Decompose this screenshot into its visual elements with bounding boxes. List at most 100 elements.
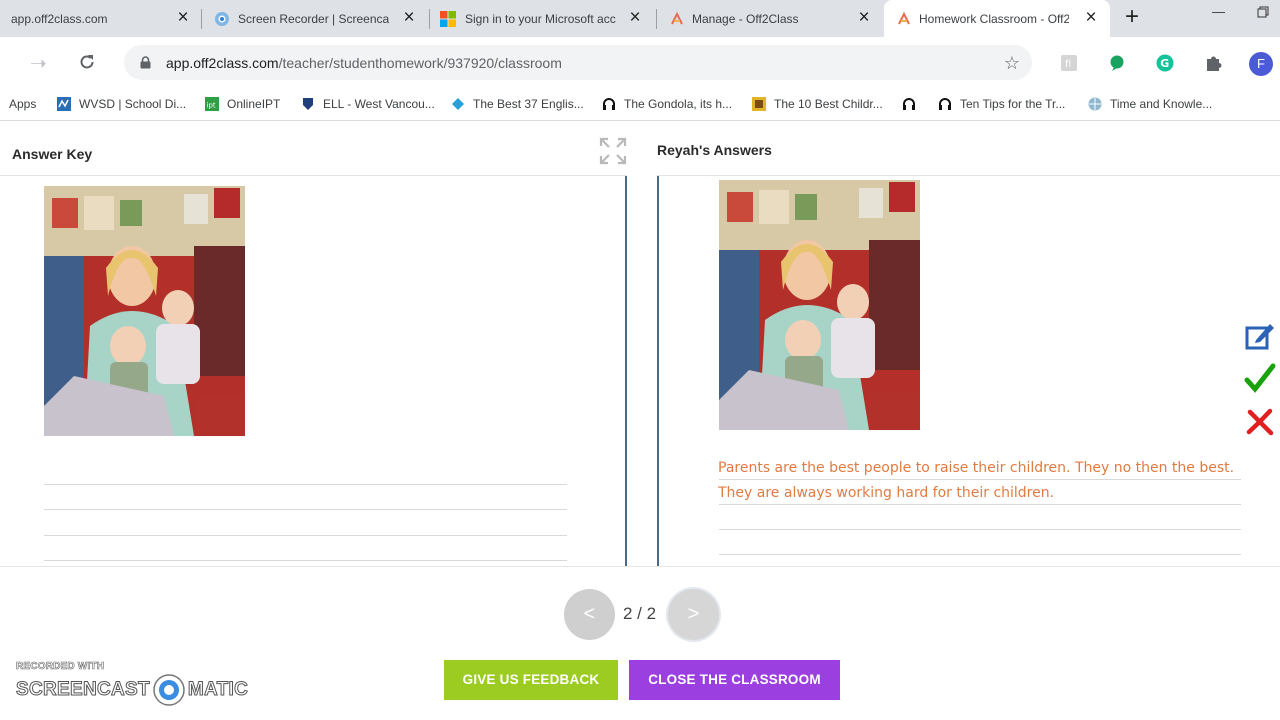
previous-page-button[interactable]: < [564,589,615,640]
svg-text:G: G [1160,57,1169,70]
close-tab-icon[interactable]: × [1082,8,1100,27]
bookmarks-bar: Apps WVSD | School Di... ipt OnlineIPT EL… [0,89,1280,121]
bookmark-10best[interactable]: The 10 Best Childr... [752,97,883,111]
answer-key-photo [44,186,245,436]
answer-key-title: Answer Key [12,146,93,162]
bookmark-label: Time and Knowle... [1110,97,1213,111]
tab-title: Screen Recorder | Screencast-O-Matic [238,12,389,26]
extensions-puzzle-icon[interactable] [1204,53,1224,73]
headphones-favicon-icon [603,98,615,110]
close-tab-icon[interactable]: × [626,8,644,27]
screencast-watermark: RECORDED WITH SCREENCAST MATIC [16,661,248,707]
watermark-text-a: SCREENCAST [16,679,151,701]
close-tab-icon[interactable]: × [855,8,873,27]
bookmark-label: OnlineIPT [227,97,281,111]
extension-grey-icon[interactable]: fi [1060,54,1078,72]
browser-tab-bar: app.off2class.com × Screen Recorder | Sc… [0,0,1280,37]
tab-title: Homework Classroom - Off2Class [919,12,1069,26]
answer-key-line-3 [44,535,567,536]
url-host: app.off2class.com [166,55,279,71]
answer-key-header: Answer Key [0,131,627,176]
screencast-favicon-icon [215,12,229,26]
book-favicon-icon [752,97,766,111]
shield-favicon-icon [303,98,313,110]
panel-divider-left [625,176,627,567]
next-page-button[interactable]: > [668,589,719,640]
off2class-favicon-icon [898,11,910,25]
close-classroom-button[interactable]: CLOSE THE CLASSROOM [629,660,840,700]
svg-text:fi: fi [1065,59,1071,70]
check-icon[interactable] [1244,362,1276,394]
student-answer-line-1 [719,479,1241,480]
restore-window-icon[interactable] [1257,6,1269,18]
svg-text:ipt: ipt [207,102,216,110]
minimize-window-icon[interactable]: — [1212,4,1225,19]
bookmark-star-icon[interactable]: ☆ [1004,53,1020,74]
answer-key-line-2 [44,509,567,510]
extension-green-dot-icon[interactable] [1108,54,1126,72]
new-tab-button[interactable]: + [1122,5,1142,29]
url-text: app.off2class.com/teacher/studenthomewor… [166,55,562,71]
browser-tab-1[interactable]: app.off2class.com × [0,0,200,37]
tab-title: Sign in to your Microsoft account [465,12,616,26]
bookmark-gondola[interactable]: The Gondola, its h... [602,97,732,111]
browser-tab-3[interactable]: Sign in to your Microsoft account × [430,0,656,37]
student-answer-line-2 [719,504,1241,505]
bookmark-label: The 10 Best Childr... [774,97,883,111]
close-tab-icon[interactable]: × [174,8,192,27]
student-answer-text: Parents are the best people to raise the… [718,460,1235,501]
ipt-favicon-icon: ipt [205,97,219,111]
bookmark-label: ELL - West Vancou... [323,97,435,111]
tab-title: Manage - Off2Class [692,12,799,26]
close-tab-icon[interactable]: × [400,8,418,27]
give-feedback-button[interactable]: GIVE US FEEDBACK [444,660,618,700]
browser-tab-4[interactable]: Manage - Off2Class × [657,0,883,37]
reload-icon[interactable] [78,53,96,71]
watermark-logo: SCREENCAST MATIC [16,673,248,707]
bookmark-label: The Best 37 Englis... [473,97,584,111]
edit-icon[interactable] [1244,320,1276,352]
bookmark-onlineipt[interactable]: ipt OnlineIPT [205,97,280,111]
url-path: /teacher/studenthomework/937920/classroo… [278,55,562,71]
student-answer-line-4 [719,554,1241,555]
forward-arrow-icon[interactable]: ➝ [30,51,47,76]
bookmark-best37[interactable]: The Best 37 Englis... [451,97,584,111]
content-bottom-border [0,566,1280,567]
bookmark-tentips[interactable]: Ten Tips for the Tr... [938,97,1065,111]
panel-divider-right [657,176,659,567]
bookmark-timeknowledge[interactable]: Time and Knowle... [1088,97,1212,111]
expand-fullscreen-icon[interactable] [599,137,627,165]
bookmark-label: Ten Tips for the Tr... [960,97,1066,111]
lock-icon [140,56,151,69]
cross-icon[interactable] [1244,406,1276,438]
browser-tab-2[interactable]: Screen Recorder | Screencast-O-Matic × [202,0,428,37]
student-answers-header: Reyah's Answers [657,131,1280,176]
page-counter: 2 / 2 [623,604,657,623]
profile-avatar[interactable]: F [1249,52,1273,76]
bookmark-unnamed[interactable] [902,97,924,111]
bookmark-label: The Gondola, its h... [624,97,733,111]
address-bar[interactable]: app.off2class.com/teacher/studenthomewor… [124,45,1032,80]
bookmark-label: WVSD | School Di... [79,97,187,111]
globe-favicon-icon [1088,97,1102,111]
wvsd-favicon-icon [57,97,71,111]
answer-key-line-1 [44,484,567,485]
globe-favicon-icon [452,98,464,110]
answer-key-line-4 [44,560,567,561]
bookmark-ell[interactable]: ELL - West Vancou... [301,97,435,111]
bookmark-apps[interactable]: Apps [9,97,36,111]
student-answer-line-3 [719,529,1241,530]
student-answers-title: Reyah's Answers [657,142,772,158]
headphones-favicon-icon [939,98,951,110]
tab-title: app.off2class.com [11,12,108,26]
grading-toolbar [1240,316,1280,438]
grammarly-icon[interactable]: G [1156,54,1174,72]
screencast-logo-icon [153,674,185,706]
bookmark-wvsd[interactable]: WVSD | School Di... [57,97,186,111]
watermark-recorded-with: RECORDED WITH [16,661,105,673]
bookmark-label: Apps [9,97,37,111]
microsoft-favicon-icon [440,11,456,27]
browser-tab-5-active[interactable]: Homework Classroom - Off2Class × [884,0,1110,37]
student-answer-photo [719,180,920,430]
headphones-favicon-icon [903,98,915,110]
